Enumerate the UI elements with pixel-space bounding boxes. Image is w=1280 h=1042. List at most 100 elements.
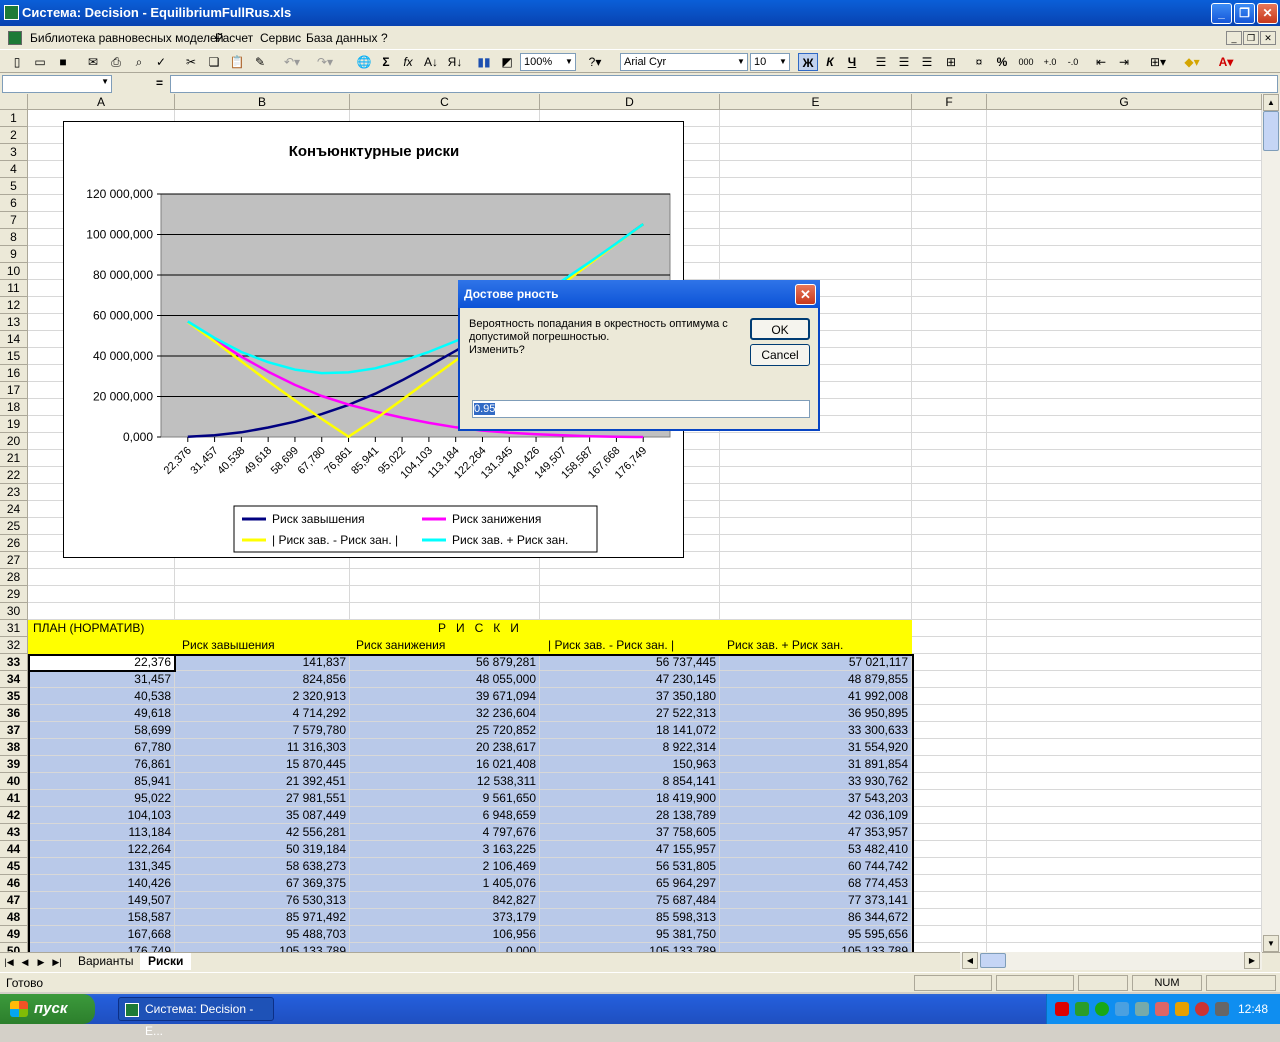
- row-header[interactable]: 17: [0, 382, 28, 399]
- column-header[interactable]: A: [28, 94, 175, 110]
- underline-button[interactable]: Ч: [843, 53, 861, 71]
- row-header[interactable]: 13: [0, 314, 28, 331]
- table-cell[interactable]: 31,457: [28, 671, 175, 688]
- table-cell[interactable]: 31 891,854: [720, 756, 912, 773]
- row-header[interactable]: 33: [0, 654, 28, 671]
- row-header[interactable]: 23: [0, 484, 28, 501]
- tray-monitor-icon[interactable]: [1115, 1002, 1129, 1016]
- table-cell[interactable]: 4 714,292: [175, 705, 350, 722]
- row-header[interactable]: 11: [0, 280, 28, 297]
- scroll-left-icon[interactable]: ◀: [962, 952, 978, 969]
- cancel-button[interactable]: Cancel: [750, 344, 810, 366]
- table-cell[interactable]: 0,000: [350, 943, 540, 952]
- row-header[interactable]: 9: [0, 246, 28, 263]
- table-cell[interactable]: 1 405,076: [350, 875, 540, 892]
- row-header[interactable]: 10: [0, 263, 28, 280]
- ati-icon[interactable]: [1055, 1002, 1069, 1016]
- tray-speaker-icon[interactable]: [1135, 1002, 1149, 1016]
- help-icon[interactable]: ?▾: [582, 53, 608, 71]
- spelling-icon[interactable]: ✓: [152, 53, 170, 71]
- font-select[interactable]: Arial Cyr ▼: [620, 53, 748, 71]
- table-cell[interactable]: 40,538: [28, 688, 175, 705]
- table-cell[interactable]: 53 482,410: [720, 841, 912, 858]
- row-header[interactable]: 2: [0, 127, 28, 144]
- new-icon[interactable]: ▯: [8, 53, 26, 71]
- table-cell[interactable]: 50 319,184: [175, 841, 350, 858]
- align-left-icon[interactable]: ☰: [872, 53, 890, 71]
- table-cell[interactable]: 31 554,920: [720, 739, 912, 756]
- bold-button[interactable]: Ж: [798, 53, 818, 71]
- currency-icon[interactable]: ¤: [970, 53, 988, 71]
- row-header[interactable]: 48: [0, 909, 28, 926]
- row-header[interactable]: 18: [0, 399, 28, 416]
- table-cell[interactable]: 75 687,484: [540, 892, 720, 909]
- permissions-icon[interactable]: ✉: [84, 53, 102, 71]
- row-header[interactable]: 49: [0, 926, 28, 943]
- align-center-icon[interactable]: ☰: [895, 53, 913, 71]
- column-header[interactable]: E: [720, 94, 912, 110]
- row-header[interactable]: 20: [0, 433, 28, 450]
- table-cell[interactable]: 122,264: [28, 841, 175, 858]
- row-header[interactable]: 8: [0, 229, 28, 246]
- font-size-select[interactable]: 10 ▼: [750, 53, 790, 71]
- table-cell[interactable]: 2 320,913: [175, 688, 350, 705]
- close-button[interactable]: ✕: [1257, 3, 1278, 24]
- table-cell[interactable]: 33 930,762: [720, 773, 912, 790]
- tray-alert-icon[interactable]: [1175, 1002, 1189, 1016]
- save-icon[interactable]: ■: [54, 53, 72, 71]
- row-header[interactable]: 39: [0, 756, 28, 773]
- drawing-icon[interactable]: ◩: [498, 53, 516, 71]
- row-header[interactable]: 14: [0, 331, 28, 348]
- cut-icon[interactable]: ✂: [182, 53, 200, 71]
- column-header[interactable]: C: [350, 94, 540, 110]
- row-header[interactable]: 32: [0, 637, 28, 654]
- table-cell[interactable]: 150,963: [540, 756, 720, 773]
- menu-library[interactable]: Библиотека равновесных моделей: [30, 28, 223, 48]
- table-cell[interactable]: 56 531,805: [540, 858, 720, 875]
- table-cell[interactable]: 11 316,303: [175, 739, 350, 756]
- merge-center-icon[interactable]: ⊞: [942, 53, 960, 71]
- table-cell[interactable]: 95 488,703: [175, 926, 350, 943]
- table-cell[interactable]: 49,618: [28, 705, 175, 722]
- row-header[interactable]: 42: [0, 807, 28, 824]
- tray-misc-icon[interactable]: [1215, 1002, 1229, 1016]
- autosum-icon[interactable]: Σ: [378, 53, 394, 71]
- table-cell[interactable]: 68 774,453: [720, 875, 912, 892]
- table-cell[interactable]: 41 992,008: [720, 688, 912, 705]
- table-cell[interactable]: 33 300,633: [720, 722, 912, 739]
- font-color-icon[interactable]: A▾: [1212, 53, 1240, 71]
- table-cell[interactable]: 373,179: [350, 909, 540, 926]
- row-header[interactable]: 36: [0, 705, 28, 722]
- table-cell[interactable]: 95 381,750: [540, 926, 720, 943]
- table-cell[interactable]: 95 595,656: [720, 926, 912, 943]
- row-header[interactable]: 46: [0, 875, 28, 892]
- table-cell[interactable]: 105 133,789: [540, 943, 720, 952]
- horizontal-scroll-thumb[interactable]: [980, 953, 1006, 968]
- table-cell[interactable]: 149,507: [28, 892, 175, 909]
- table-cell[interactable]: 6 948,659: [350, 807, 540, 824]
- table-cell[interactable]: 65 964,297: [540, 875, 720, 892]
- ok-button[interactable]: OK: [750, 318, 810, 340]
- name-box[interactable]: ▼: [2, 75, 112, 93]
- preview-icon[interactable]: ⌕: [130, 53, 148, 71]
- copy-icon[interactable]: ❏: [205, 53, 223, 71]
- start-button[interactable]: пуск: [0, 994, 95, 1024]
- table-cell[interactable]: 95,022: [28, 790, 175, 807]
- table-cell[interactable]: 105 133,789: [175, 943, 350, 952]
- table-cell[interactable]: 140,426: [28, 875, 175, 892]
- table-cell[interactable]: 3 163,225: [350, 841, 540, 858]
- table-cell[interactable]: 25 720,852: [350, 722, 540, 739]
- table-cell[interactable]: 8 922,314: [540, 739, 720, 756]
- table-cell[interactable]: 158,587: [28, 909, 175, 926]
- table-cell[interactable]: 15 870,445: [175, 756, 350, 773]
- next-sheet-icon[interactable]: ▶: [34, 953, 48, 971]
- first-sheet-icon[interactable]: |◀: [2, 953, 16, 971]
- table-cell[interactable]: 27 522,313: [540, 705, 720, 722]
- dialog-value-input[interactable]: 0.95: [472, 400, 810, 418]
- row-header[interactable]: 45: [0, 858, 28, 875]
- row-header[interactable]: 37: [0, 722, 28, 739]
- tray-app-icon[interactable]: [1075, 1002, 1089, 1016]
- column-header[interactable]: B: [175, 94, 350, 110]
- maximize-button[interactable]: ❐: [1234, 3, 1255, 24]
- table-cell[interactable]: 76,861: [28, 756, 175, 773]
